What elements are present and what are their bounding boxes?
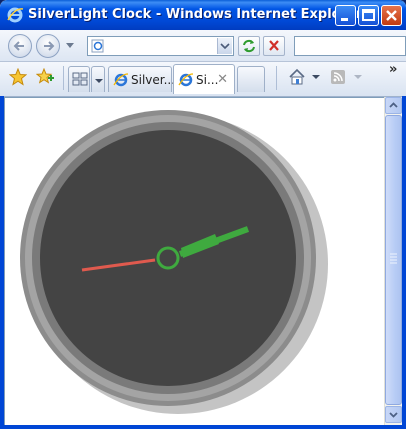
toolbar-separator [63,66,64,90]
clock-center-hub [156,246,180,270]
maximize-button[interactable] [358,5,379,26]
feeds-dropdown-icon[interactable] [354,75,362,81]
feeds-icon[interactable] [330,69,346,85]
toolbar-separator [276,66,277,90]
grip-icon [390,253,397,264]
title-bar[interactable]: SilverLight Clock - Windows Internet Exp… [0,0,406,30]
window-frame-left [0,96,4,429]
silverlight-clock [20,110,328,414]
forward-button[interactable] [36,34,60,58]
tab-list-button[interactable] [91,66,105,92]
ie-logo-icon [113,73,129,87]
close-button[interactable] [381,5,402,26]
new-tab-button[interactable] [237,66,265,92]
favorites-star-icon[interactable] [9,68,27,86]
add-favorites-icon[interactable] [36,68,54,86]
refresh-icon [243,39,255,53]
window-frame-right [402,96,406,429]
chevron-down-icon [95,79,103,83]
chevron-down-icon [220,43,230,50]
page-icon [91,39,104,53]
toolbar-overflow-chevron-icon[interactable]: » [389,62,397,77]
tab-silverlight-1[interactable]: Silver... [108,66,176,92]
refresh-button[interactable] [238,36,260,56]
tab-silverlight-2[interactable]: Si... ✕ [173,64,235,94]
window-frame-bottom [0,425,406,429]
back-button[interactable] [8,34,32,58]
tab-label: Silver... [131,73,176,87]
minimize-icon [341,18,348,21]
home-dropdown-icon[interactable] [312,75,320,81]
tab-label: Si... [196,73,219,87]
quick-tabs-icon [72,72,88,86]
close-tab-icon[interactable]: ✕ [217,72,228,87]
address-dropdown-button[interactable] [217,38,232,54]
stop-icon [269,40,279,51]
search-input[interactable] [294,36,406,56]
ie-logo-icon [178,73,194,87]
recent-pages-dropdown-icon[interactable] [66,43,74,49]
scroll-down-button[interactable] [385,406,402,423]
minimize-button[interactable] [335,5,356,26]
address-bar[interactable] [87,36,234,56]
close-icon [386,10,397,21]
page-content [4,97,384,425]
quick-tabs-button[interactable] [68,66,90,92]
maximize-icon [362,9,375,21]
home-icon[interactable] [288,68,306,86]
window-title: SilverLight Clock - Windows Internet Exp… [28,7,363,22]
chevron-up-icon [389,102,398,108]
stop-button[interactable] [263,36,285,56]
ie-logo-icon [7,7,24,23]
vertical-scrollbar[interactable] [384,97,402,425]
back-arrow-icon [13,41,24,51]
forward-arrow-icon [44,41,55,51]
chevron-down-icon [389,412,398,418]
scroll-up-button[interactable] [385,97,402,114]
scroll-thumb[interactable] [385,115,402,405]
browser-window: SilverLight Clock - Windows Internet Exp… [0,0,406,429]
